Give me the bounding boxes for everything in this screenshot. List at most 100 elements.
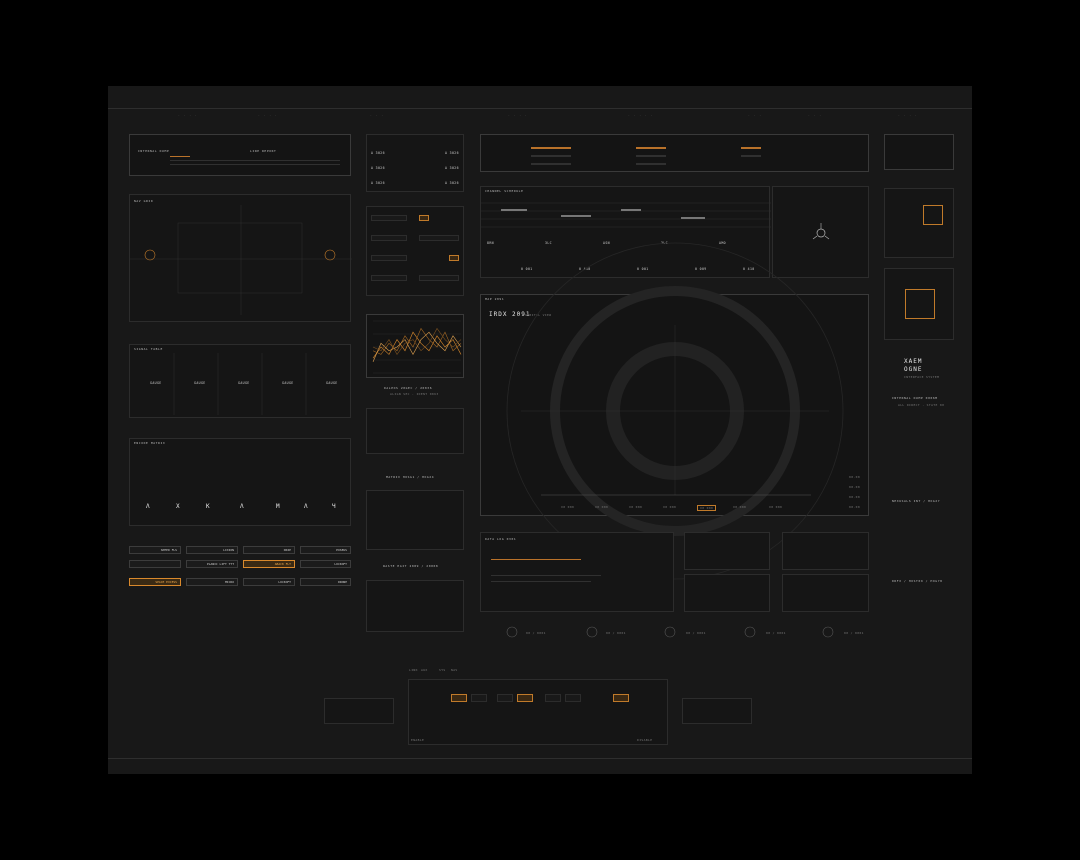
control-stack [366, 206, 464, 296]
glyph-cell: X [176, 503, 181, 510]
right-section-sub: ALL DIRECT · STATE 00 [898, 403, 945, 407]
toggle-button-active[interactable]: ABACK FLT [243, 560, 295, 568]
tab-aux[interactable]: AUX [421, 668, 428, 672]
toggle-button[interactable]: MICRO [186, 578, 238, 586]
code-label: A 3026 [445, 181, 459, 185]
toggle-button[interactable]: DRIP [243, 546, 295, 554]
status-value: 00.00 [849, 505, 861, 509]
card-code: 8RN [487, 241, 494, 245]
card-code: AMO [719, 241, 726, 245]
data-log-panel: DATA LOG 0301 [480, 532, 674, 612]
scale-label-active[interactable]: X0 000 [697, 505, 717, 511]
chart-series-line [372, 327, 462, 355]
brand-logo-top: XAEM [904, 358, 923, 365]
toggle-button[interactable]: POSEUS [300, 546, 351, 554]
glyph-cell: Ч [332, 503, 337, 510]
scale-label[interactable]: X0 000 [769, 505, 782, 509]
top-tick: · · · [370, 113, 385, 117]
brand-logo-bottom: OGNE [904, 366, 923, 373]
code-label: A 3026 [371, 151, 385, 155]
toggle-button[interactable] [129, 560, 181, 568]
slider-bank-a [366, 408, 464, 454]
schedule-panel: CHANNEL SCHEDULE 8RN 3LC ASN 3LC AMO 0 0… [480, 186, 771, 278]
top-tick: · · · · [178, 113, 198, 117]
header-title: INTERNAL DUMP [138, 149, 170, 153]
tab-sys[interactable]: SYS [439, 668, 446, 672]
card-value: 0 001 [521, 267, 533, 271]
top-tick: · · · · [258, 113, 278, 117]
line-chart-plot [372, 320, 462, 374]
status-value: 00.00 [849, 475, 861, 479]
footer-enable[interactable]: ENABLE [411, 738, 424, 742]
tab-link[interactable]: LINK [409, 668, 418, 672]
chart-title: DALPOS 20GEC / 20036 [384, 386, 433, 390]
code-label: A 3026 [371, 166, 385, 170]
footer-disable[interactable]: DISABLE [637, 738, 652, 742]
encode-matrix-panel: ENCODE MATRIX Λ X K Λ Μ Λ Ч [129, 438, 351, 526]
top-divider [108, 108, 972, 109]
top-tick: · · · [748, 113, 763, 117]
channel-bars [480, 134, 869, 172]
toggle-button-active[interactable]: SPACE EXCESS [129, 578, 181, 586]
top-tick: · · · · [898, 113, 918, 117]
card-code: 3LC [545, 241, 552, 245]
brand-tagline: INTERFACE SYSTEM [904, 375, 940, 379]
scale-label[interactable]: X0 000 [663, 505, 676, 509]
code-label: A 3026 [445, 166, 459, 170]
matrix-title: MATRIX HOSG1 / HOG24 [386, 475, 435, 479]
glyph-cell: K [206, 503, 211, 510]
scale-label[interactable]: X0 000 [561, 505, 574, 509]
chart-subtitle: ALIGN SEC · IDENT 0063 [390, 392, 439, 396]
signal-table-panel: SIGNAL TABLE GAUGE GAUGE GAUGE GAUGE GAU… [129, 344, 351, 418]
scale-label[interactable]: X0 000 [629, 505, 642, 509]
bottom-divider [108, 758, 972, 759]
header-subtitle: LINE REPORT [250, 149, 277, 153]
code-label: A 3026 [371, 181, 385, 185]
nav-grid-svg [130, 205, 352, 315]
log-card [684, 532, 770, 570]
top-tick: · · · · [508, 113, 528, 117]
top-tick: · · · · · [628, 113, 654, 117]
orbital-rings [506, 242, 844, 580]
card-value: 0 410 [743, 267, 755, 271]
top-tick: · · · [808, 113, 823, 117]
right-section-title: INTERNAL DUMP 0006M [892, 396, 938, 400]
line-chart [366, 314, 464, 378]
log-card [782, 532, 869, 570]
right-section-title: DRFX / HOST09 / HOG78 [892, 579, 943, 583]
hud-canvas: · · · · · · · · · · · · · · · · · · · · … [108, 86, 972, 774]
chart-series-line [372, 327, 462, 355]
card-code: ASN [603, 241, 610, 245]
nav-grid-panel: NAV GRID [129, 194, 352, 322]
reticle-icon [812, 223, 830, 240]
tab-nav[interactable]: NAV [451, 668, 458, 672]
glyph-cell: Μ [276, 503, 281, 510]
toggle-button[interactable]: LOCKOFT [243, 578, 295, 586]
toggle-button[interactable]: SPEED FLS [129, 546, 181, 554]
toggle-button[interactable]: PLANIC LIFT TTT [186, 560, 238, 568]
right-header [884, 134, 954, 170]
orbital-map-panel: MAP 2091 IRDX 2091 ORBITAL VIEW X0 000 X… [480, 242, 869, 580]
status-value: 00.00 [849, 485, 861, 489]
right-target-b [884, 268, 954, 340]
scale-label[interactable]: X0 000 [595, 505, 608, 509]
internal-dump-header: INTERNAL DUMP LINE REPORT [129, 134, 351, 176]
glyph-cell: Λ [146, 503, 151, 510]
toggle-button[interactable]: LIXION [186, 546, 238, 554]
bottom-console: LINK AUX SYS NAV ENABLE DISABLE [408, 668, 668, 745]
target-reticle-panel [772, 186, 869, 278]
status-value: 00.00 [849, 495, 861, 499]
bottom-right-bars [682, 698, 752, 724]
code-label: A 3026 [445, 151, 459, 155]
right-target-a [884, 188, 954, 258]
code-grid-panel: A 3026 A 3026 A 3026 A 3026 A 3026 A 302… [366, 134, 464, 192]
toggle-button[interactable]: DRONE [300, 578, 351, 586]
scale-label[interactable]: X0 000 [733, 505, 746, 509]
log-card [684, 574, 770, 612]
dial-icons [506, 626, 834, 638]
right-section-title: NEXUSALS INT / HOG27 [892, 499, 941, 503]
toggle-button[interactable]: LOCKOFT [300, 560, 351, 568]
glyph-cell: Λ [304, 503, 309, 510]
bottom-left-bars [324, 698, 394, 724]
card-value: 0 001 [637, 267, 649, 271]
